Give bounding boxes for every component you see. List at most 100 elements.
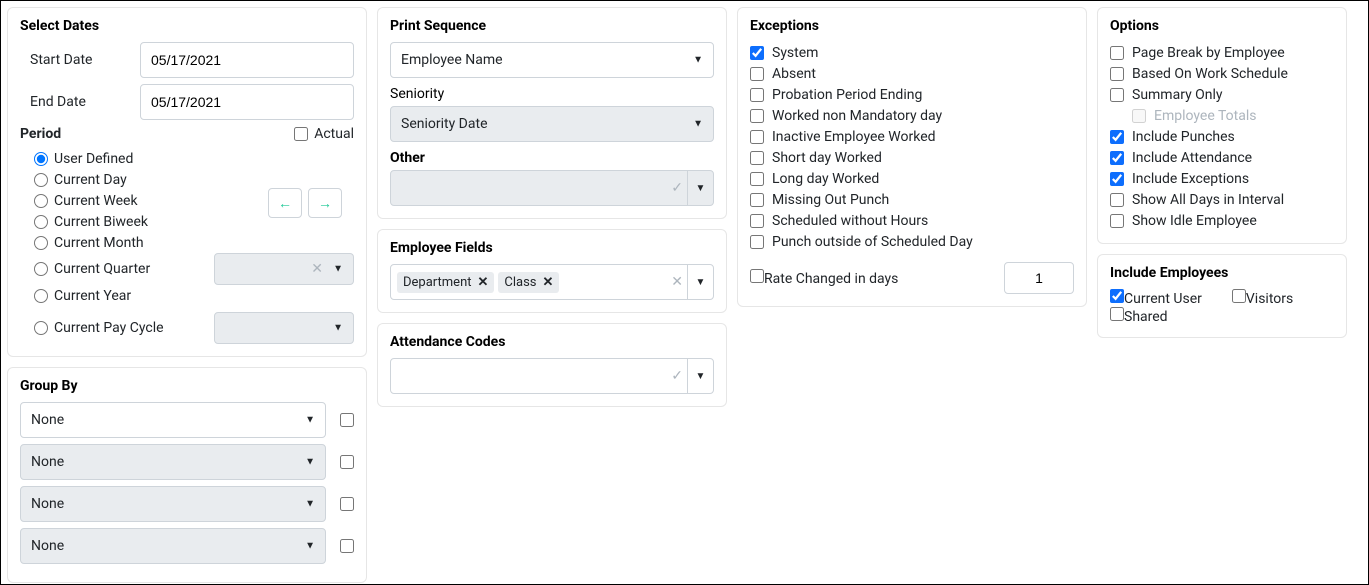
clear-icon[interactable]: ✕: [671, 274, 683, 290]
period-next-button[interactable]: →: [308, 188, 342, 218]
start-date-label: Start Date: [20, 52, 130, 68]
attendance-codes-card: Attendance Codes ✓ ▼: [377, 323, 727, 407]
groupby-select-4[interactable]: None▼: [20, 528, 326, 564]
chk-missing-out[interactable]: Missing Out Punch: [750, 189, 1074, 210]
chk-show-all-days[interactable]: Show All Days in Interval: [1110, 189, 1334, 210]
include-employees-card: Include Employees Current User Visitors …: [1097, 254, 1347, 338]
check-icon: ✓: [671, 180, 683, 196]
chevron-down-icon: ▼: [687, 359, 713, 393]
chk-show-idle[interactable]: Show Idle Employee: [1110, 210, 1334, 231]
quarter-select[interactable]: ✕ ▼: [214, 253, 354, 285]
period-nav-buttons: ← →: [268, 188, 342, 218]
other-label: Other: [390, 150, 714, 166]
tag-class: Class✕: [498, 272, 559, 293]
print-sequence-title: Print Sequence: [390, 18, 714, 34]
chk-long-day[interactable]: Long day Worked: [750, 168, 1074, 189]
attendance-codes-title: Attendance Codes: [390, 334, 714, 350]
groupby-select-3[interactable]: None▼: [20, 486, 326, 522]
chevron-down-icon: ▼: [687, 265, 713, 299]
seniority-select[interactable]: Seniority Date ▼: [390, 106, 714, 142]
radio-current-quarter[interactable]: Current Quarter: [34, 259, 150, 280]
chk-system[interactable]: System: [750, 42, 1074, 63]
radio-current-day[interactable]: Current Day: [34, 169, 354, 190]
chevron-down-icon: ▼: [305, 541, 315, 552]
chk-worked-non-mand[interactable]: Worked non Mandatory day: [750, 105, 1074, 126]
period-body: User Defined Current Day Current Week Cu…: [20, 148, 354, 344]
actual-label: Actual: [314, 126, 354, 142]
period-prev-button[interactable]: ←: [268, 188, 302, 218]
chk-rate-changed[interactable]: Rate Changed in days: [750, 269, 898, 287]
radio-current-month[interactable]: Current Month: [34, 232, 354, 253]
chk-employee-totals: Employee Totals: [1110, 105, 1334, 126]
tag-department: Department✕: [397, 272, 494, 293]
include-employees-title: Include Employees: [1110, 265, 1334, 281]
chk-visitors[interactable]: Visitors: [1232, 289, 1293, 307]
start-date-row: Start Date: [20, 42, 354, 78]
end-date-label: End Date: [20, 94, 130, 110]
remove-tag-icon[interactable]: ✕: [543, 275, 554, 290]
chevron-down-icon: ▼: [687, 171, 713, 205]
chevron-down-icon: ▼: [693, 119, 703, 130]
start-date-input[interactable]: [140, 42, 354, 78]
period-title: Period: [20, 126, 61, 142]
clear-icon[interactable]: ✕: [311, 261, 323, 277]
chk-include-punches[interactable]: Include Punches: [1110, 126, 1334, 147]
chk-short-day[interactable]: Short day Worked: [750, 147, 1074, 168]
chevron-down-icon: ▼: [333, 264, 343, 275]
chk-include-attendance[interactable]: Include Attendance: [1110, 147, 1334, 168]
radio-user-defined[interactable]: User Defined: [34, 148, 354, 169]
select-dates-card: Select Dates Start Date End Date Period …: [7, 7, 367, 357]
groupby-check-4[interactable]: [340, 539, 354, 553]
period-header: Period Actual: [20, 126, 354, 142]
radio-current-year[interactable]: Current Year: [34, 285, 354, 306]
column-4: Options Page Break by Employee Based On …: [1097, 7, 1347, 338]
options-list: Page Break by Employee Based On Work Sch…: [1110, 42, 1334, 231]
groupby-check-1[interactable]: [340, 413, 354, 427]
chevron-down-icon: ▼: [333, 323, 343, 334]
print-sequence-card: Print Sequence Employee Name ▼ Seniority…: [377, 7, 727, 219]
end-date-input[interactable]: [140, 84, 354, 120]
actual-checkbox[interactable]: [294, 127, 308, 141]
chk-based-on-work[interactable]: Based On Work Schedule: [1110, 63, 1334, 84]
chk-include-exceptions[interactable]: Include Exceptions: [1110, 168, 1334, 189]
chevron-down-icon: ▼: [305, 415, 315, 426]
groupby-check-3[interactable]: [340, 497, 354, 511]
column-1: Select Dates Start Date End Date Period …: [7, 7, 367, 583]
print-sequence-select[interactable]: Employee Name ▼: [390, 42, 714, 78]
check-icon: ✓: [671, 368, 683, 384]
paycycle-select[interactable]: ▼: [214, 312, 354, 344]
chk-current-user[interactable]: Current User: [1110, 289, 1202, 307]
column-2: Print Sequence Employee Name ▼ Seniority…: [377, 7, 727, 407]
end-date-row: End Date: [20, 84, 354, 120]
chk-probation[interactable]: Probation Period Ending: [750, 84, 1074, 105]
column-3: Exceptions System Absent Probation Perio…: [737, 7, 1087, 307]
exceptions-card: Exceptions System Absent Probation Perio…: [737, 7, 1087, 307]
arrow-right-icon: →: [318, 195, 332, 212]
chk-summary-only[interactable]: Summary Only: [1110, 84, 1334, 105]
remove-tag-icon[interactable]: ✕: [478, 275, 489, 290]
chk-punch-outside[interactable]: Punch outside of Scheduled Day: [750, 231, 1074, 252]
include-employees-row1: Current User Visitors: [1110, 289, 1334, 307]
chevron-down-icon: ▼: [305, 457, 315, 468]
rate-days-input[interactable]: [1004, 262, 1074, 294]
actual-checkbox-wrap[interactable]: Actual: [294, 126, 354, 142]
group-by-card: Group By None▼ None▼ None▼ None▼: [7, 367, 367, 583]
employee-fields-card: Employee Fields Department✕ Class✕ ✕ ▼: [377, 229, 727, 313]
chk-absent[interactable]: Absent: [750, 63, 1074, 84]
employee-fields-select[interactable]: Department✕ Class✕ ✕ ▼: [390, 264, 714, 300]
other-select[interactable]: ✓ ▼: [390, 170, 714, 206]
chk-sched-no-hours[interactable]: Scheduled without Hours: [750, 210, 1074, 231]
seniority-label: Seniority: [390, 86, 714, 102]
groupby-check-2[interactable]: [340, 455, 354, 469]
period-radio-list: User Defined Current Day Current Week Cu…: [20, 148, 354, 344]
options-card: Options Page Break by Employee Based On …: [1097, 7, 1347, 244]
groupby-select-2[interactable]: None▼: [20, 444, 326, 480]
report-config-form: Select Dates Start Date End Date Period …: [0, 0, 1369, 585]
groupby-select-1[interactable]: None▼: [20, 402, 326, 438]
employee-fields-title: Employee Fields: [390, 240, 714, 256]
chk-page-break[interactable]: Page Break by Employee: [1110, 42, 1334, 63]
chk-inactive-worked[interactable]: Inactive Employee Worked: [750, 126, 1074, 147]
chk-shared[interactable]: Shared: [1110, 309, 1168, 325]
radio-current-pay-cycle[interactable]: Current Pay Cycle: [34, 318, 164, 339]
attendance-codes-select[interactable]: ✓ ▼: [390, 358, 714, 394]
